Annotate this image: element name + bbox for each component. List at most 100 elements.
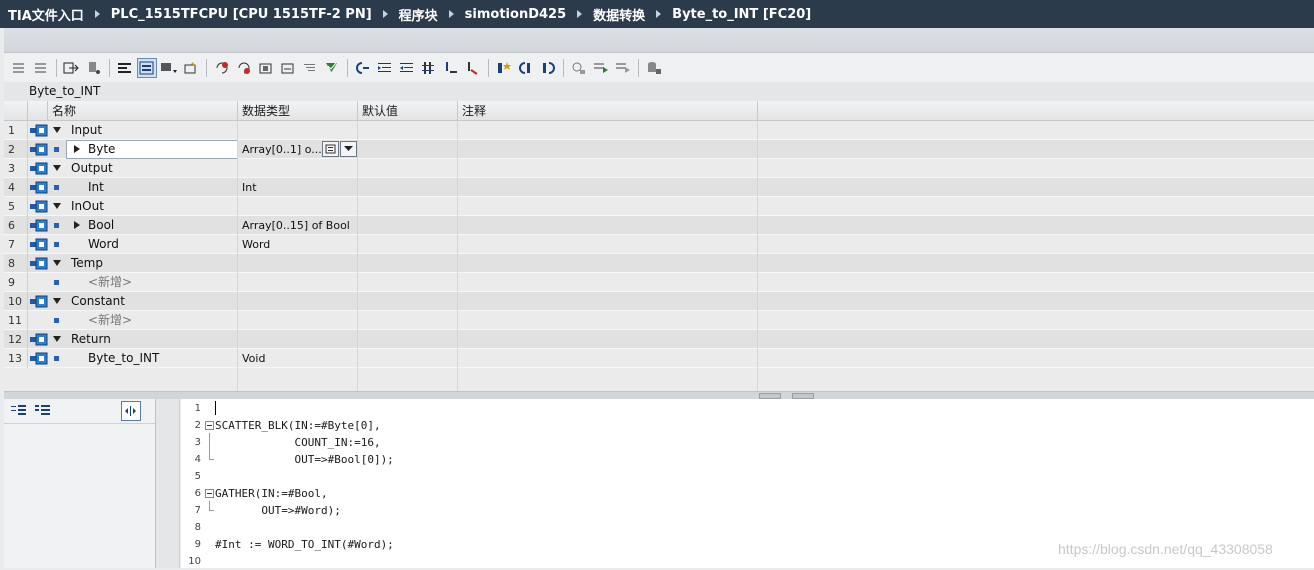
open-call-icon[interactable]	[256, 58, 276, 78]
column-header-filler	[758, 101, 1314, 121]
code-line[interactable]: 4 OUT=>#Bool[0]);	[181, 451, 1314, 468]
test-run-icon[interactable]	[591, 58, 611, 78]
interface-view-icon[interactable]	[137, 58, 157, 78]
insert-element-icon[interactable]	[181, 58, 201, 78]
compile-icon[interactable]	[322, 58, 342, 78]
code-line[interactable]: 8	[181, 519, 1314, 536]
column-header-default[interactable]: 默认值	[358, 101, 458, 121]
table-row[interactable]: 3 Output	[4, 159, 1314, 178]
table-row[interactable]: 4 Int Int	[4, 178, 1314, 197]
collapse-section-icon[interactable]	[53, 127, 61, 133]
parameter-name[interactable]: Output	[71, 159, 113, 178]
table-row[interactable]: 12 Return	[4, 330, 1314, 349]
column-header-comment[interactable]: 注释	[458, 101, 758, 121]
collapse-all-icon[interactable]	[34, 403, 52, 420]
table-row[interactable]: 5 InOut	[4, 197, 1314, 216]
list-icon[interactable]	[300, 58, 320, 78]
breadcrumb-item-plc[interactable]: PLC_1515TFCPU [CPU 1515TF-2 PN]	[111, 7, 372, 22]
table-row[interactable]: 1 Input	[4, 121, 1314, 140]
type-dropdown-button[interactable]	[340, 141, 357, 157]
collapse-section-icon[interactable]	[53, 165, 61, 171]
export-icon[interactable]	[62, 58, 82, 78]
code-line[interactable]: 6 GATHER(IN:=#Bool,	[181, 485, 1314, 502]
table-row[interactable]: 10 Constant	[4, 292, 1314, 311]
parameter-name[interactable]: Byte	[88, 140, 115, 159]
parameter-name[interactable]: Input	[71, 121, 102, 140]
parameter-name[interactable]: Byte_to_INT	[88, 349, 159, 368]
breadcrumb-item-group[interactable]: simotionD425	[465, 7, 566, 22]
pane-splitter[interactable]	[4, 391, 1314, 399]
toggle-bookmark-icon[interactable]	[494, 58, 514, 78]
comment-icon[interactable]	[419, 58, 439, 78]
collapse-section-icon[interactable]	[53, 298, 61, 304]
add-new-placeholder[interactable]: <新增>	[88, 273, 132, 292]
table-row[interactable]: 13 Byte_to_INT Void	[4, 349, 1314, 368]
update-call-icon[interactable]	[278, 58, 298, 78]
parameter-datatype[interactable]: Array[0..15] of Bool	[242, 216, 350, 235]
code-line[interactable]: 2 SCATTER_BLK(IN:=#Byte[0],	[181, 417, 1314, 434]
code-line[interactable]: 1	[181, 400, 1314, 417]
parameter-datatype[interactable]: Word	[242, 235, 270, 254]
parameter-name[interactable]: Temp	[71, 254, 103, 273]
insert-row-icon[interactable]	[9, 58, 29, 78]
parameter-name[interactable]: Bool	[88, 216, 114, 235]
code-line[interactable]: 7 OUT=>#Word);	[181, 502, 1314, 519]
parameter-name[interactable]: Word	[88, 235, 119, 254]
line-number: 9	[194, 539, 201, 550]
delete-network-icon[interactable]	[212, 58, 232, 78]
gutter-panel	[156, 399, 180, 568]
toolbar-divider	[347, 59, 348, 77]
line-number: 2	[194, 420, 201, 431]
instruction-panel	[4, 399, 156, 568]
fold-toggle-icon[interactable]	[205, 489, 214, 498]
collapse-section-icon[interactable]	[53, 203, 61, 209]
table-row[interactable]: 7 Word Word	[4, 235, 1314, 254]
add-row-icon[interactable]	[31, 58, 51, 78]
monitor-icon[interactable]	[569, 58, 589, 78]
breadcrumb-item-project[interactable]: TIA文件入口	[8, 5, 84, 24]
chevron-right-icon	[656, 10, 662, 18]
expand-member-icon[interactable]	[74, 145, 80, 153]
fold-toggle-icon[interactable]	[205, 421, 214, 430]
uncomment-icon[interactable]	[441, 58, 461, 78]
code-text: COUNT_IN:=16,	[215, 436, 381, 449]
expand-member-icon[interactable]	[74, 221, 80, 229]
table-row[interactable]: 11 <新增>	[4, 311, 1314, 330]
type-browse-button[interactable]	[322, 141, 339, 157]
breadcrumb-item-program-blocks[interactable]: 程序块	[399, 5, 438, 24]
parameter-name[interactable]: Constant	[71, 292, 125, 311]
code-line[interactable]: 3 COUNT_IN:=16,	[181, 434, 1314, 451]
table-row[interactable]: 2 Byte Array[0..1] o...	[4, 140, 1314, 159]
parameter-name[interactable]: InOut	[71, 197, 104, 216]
parameter-name[interactable]: Int	[88, 178, 104, 197]
database-icon[interactable]	[644, 58, 664, 78]
parameter-datatype[interactable]: Void	[242, 349, 265, 368]
collapse-section-icon[interactable]	[53, 336, 61, 342]
breadcrumb-item-subgroup[interactable]: 数据转换	[593, 5, 645, 24]
next-bookmark-icon[interactable]	[538, 58, 558, 78]
indent-left-icon[interactable]	[353, 58, 373, 78]
split-view-icon[interactable]	[121, 401, 141, 421]
increase-indent-icon[interactable]	[375, 58, 395, 78]
monitor-display-icon[interactable]	[159, 58, 179, 78]
align-left-icon[interactable]	[115, 58, 135, 78]
column-header-name[interactable]: 名称	[48, 101, 238, 121]
breakpoint-icon[interactable]	[613, 58, 633, 78]
parameter-datatype[interactable]: Int	[242, 178, 257, 197]
table-row[interactable]: 9 <新增>	[4, 273, 1314, 292]
decrease-indent-icon[interactable]	[397, 58, 417, 78]
bookmark-icon[interactable]	[463, 58, 483, 78]
code-line[interactable]: 5	[181, 468, 1314, 485]
parameter-name[interactable]: Return	[71, 330, 111, 349]
code-text: GATHER(IN:=#Bool,	[215, 487, 328, 500]
remove-call-icon[interactable]	[234, 58, 254, 78]
add-new-placeholder[interactable]: <新增>	[88, 311, 132, 330]
column-header-datatype[interactable]: 数据类型	[238, 101, 358, 121]
parameter-datatype[interactable]: Array[0..1] o...	[242, 140, 322, 159]
expand-all-icon[interactable]	[10, 403, 28, 420]
table-row[interactable]: 8 Temp	[4, 254, 1314, 273]
keep-values-icon[interactable]	[84, 58, 104, 78]
previous-bookmark-icon[interactable]	[516, 58, 536, 78]
collapse-section-icon[interactable]	[53, 260, 61, 266]
table-row[interactable]: 6 Bool Array[0..15] of Bool	[4, 216, 1314, 235]
